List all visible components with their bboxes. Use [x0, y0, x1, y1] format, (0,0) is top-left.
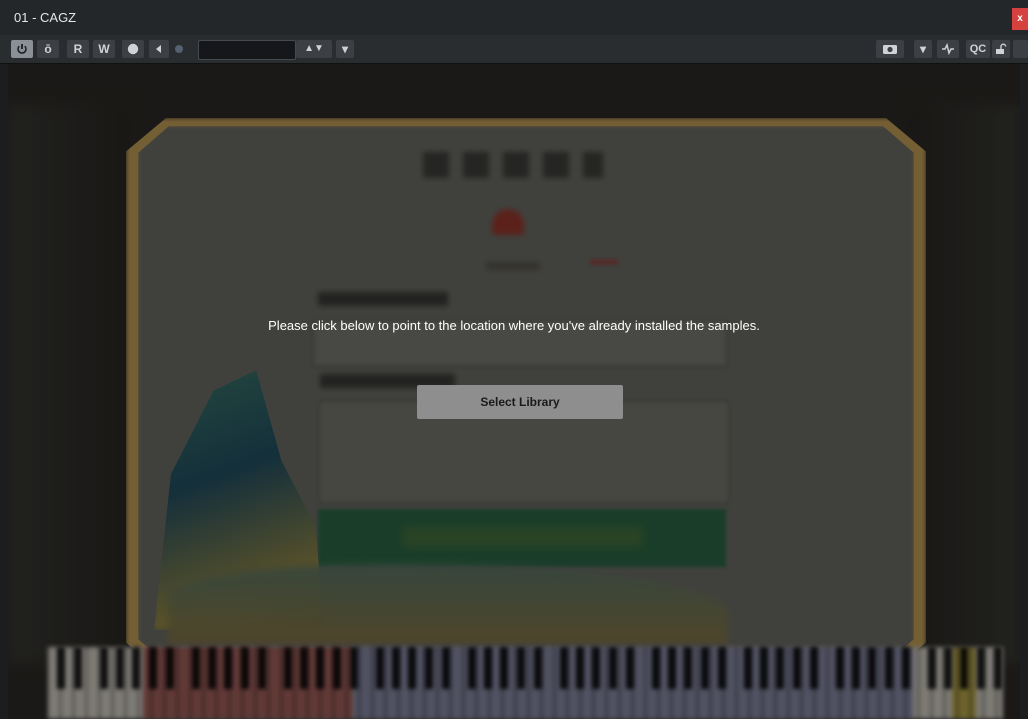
sidechain-button[interactable]: [937, 40, 959, 58]
power-icon: [17, 44, 27, 54]
preset-menu-dropdown[interactable]: ▾: [336, 40, 354, 58]
library-overlay: Please click below to point to the locat…: [8, 64, 1020, 719]
snapshot-dropdown[interactable]: ▾: [914, 40, 932, 58]
snapshot-button[interactable]: [876, 40, 904, 58]
toggle-button[interactable]: [1013, 40, 1028, 58]
quick-controls-button[interactable]: QC: [966, 40, 990, 58]
overlay-message: Please click below to point to the locat…: [268, 318, 760, 333]
arrow-left-icon: [156, 45, 161, 53]
previous-preset-button[interactable]: [149, 40, 169, 58]
select-library-button[interactable]: Select Library: [417, 385, 623, 419]
pulse-icon: [942, 42, 954, 56]
circle-a-icon: [127, 43, 139, 55]
unlock-icon: [996, 43, 1007, 54]
status-dot-icon: [175, 45, 183, 53]
plugin-toolbar: ō R W ▲▼ ▾ ▾ QC: [0, 35, 1028, 64]
preset-up-down-button[interactable]: ▲▼: [296, 40, 332, 58]
close-button[interactable]: x: [1012, 8, 1028, 30]
plugin-interface: Please click below to point to the locat…: [8, 64, 1020, 719]
lock-button[interactable]: [992, 40, 1010, 58]
read-automation-button[interactable]: R: [67, 40, 89, 58]
window-title: 01 - CAGZ: [14, 10, 77, 25]
power-button[interactable]: [11, 40, 33, 58]
write-automation-button[interactable]: W: [93, 40, 115, 58]
camera-icon: [883, 45, 897, 54]
preset-name-field[interactable]: [198, 40, 296, 60]
compare-button[interactable]: ō: [37, 40, 59, 58]
preset-a-button[interactable]: [122, 40, 144, 58]
window-titlebar: 01 - CAGZ x: [0, 0, 1028, 35]
